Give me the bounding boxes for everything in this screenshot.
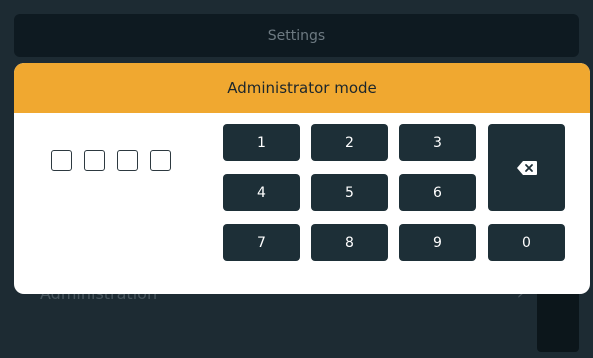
key-1-label: 1 (257, 134, 266, 151)
key-9[interactable]: 9 (399, 224, 476, 261)
dialog-header: Administrator mode (14, 63, 590, 113)
key-9-label: 9 (433, 234, 442, 251)
page-title: Settings (267, 27, 326, 44)
pin-digit-3 (117, 150, 138, 171)
key-4-label: 4 (257, 184, 266, 201)
settings-title-bar: Settings (14, 14, 579, 57)
key-3[interactable]: 3 (399, 124, 476, 161)
key-0-label: 0 (522, 234, 531, 251)
admin-mode-dialog: Administrator mode 1 2 3 4 5 6 7 8 9 0 (14, 63, 590, 294)
pin-entry (51, 150, 171, 171)
key-1[interactable]: 1 (223, 124, 300, 161)
backspace-icon (516, 160, 537, 175)
key-0[interactable]: 0 (488, 224, 565, 261)
key-6-label: 6 (433, 184, 442, 201)
key-2[interactable]: 2 (311, 124, 388, 161)
pin-digit-1 (51, 150, 72, 171)
key-3-label: 3 (433, 134, 442, 151)
pin-digit-4 (150, 150, 171, 171)
key-6[interactable]: 6 (399, 174, 476, 211)
key-7-label: 7 (257, 234, 266, 251)
backspace-button[interactable] (488, 124, 565, 211)
pin-digit-2 (84, 150, 105, 171)
key-5-label: 5 (345, 184, 354, 201)
key-8[interactable]: 8 (311, 224, 388, 261)
key-7[interactable]: 7 (223, 224, 300, 261)
key-2-label: 2 (345, 134, 354, 151)
dialog-title: Administrator mode (227, 79, 377, 97)
key-4[interactable]: 4 (223, 174, 300, 211)
key-8-label: 8 (345, 234, 354, 251)
key-5[interactable]: 5 (311, 174, 388, 211)
